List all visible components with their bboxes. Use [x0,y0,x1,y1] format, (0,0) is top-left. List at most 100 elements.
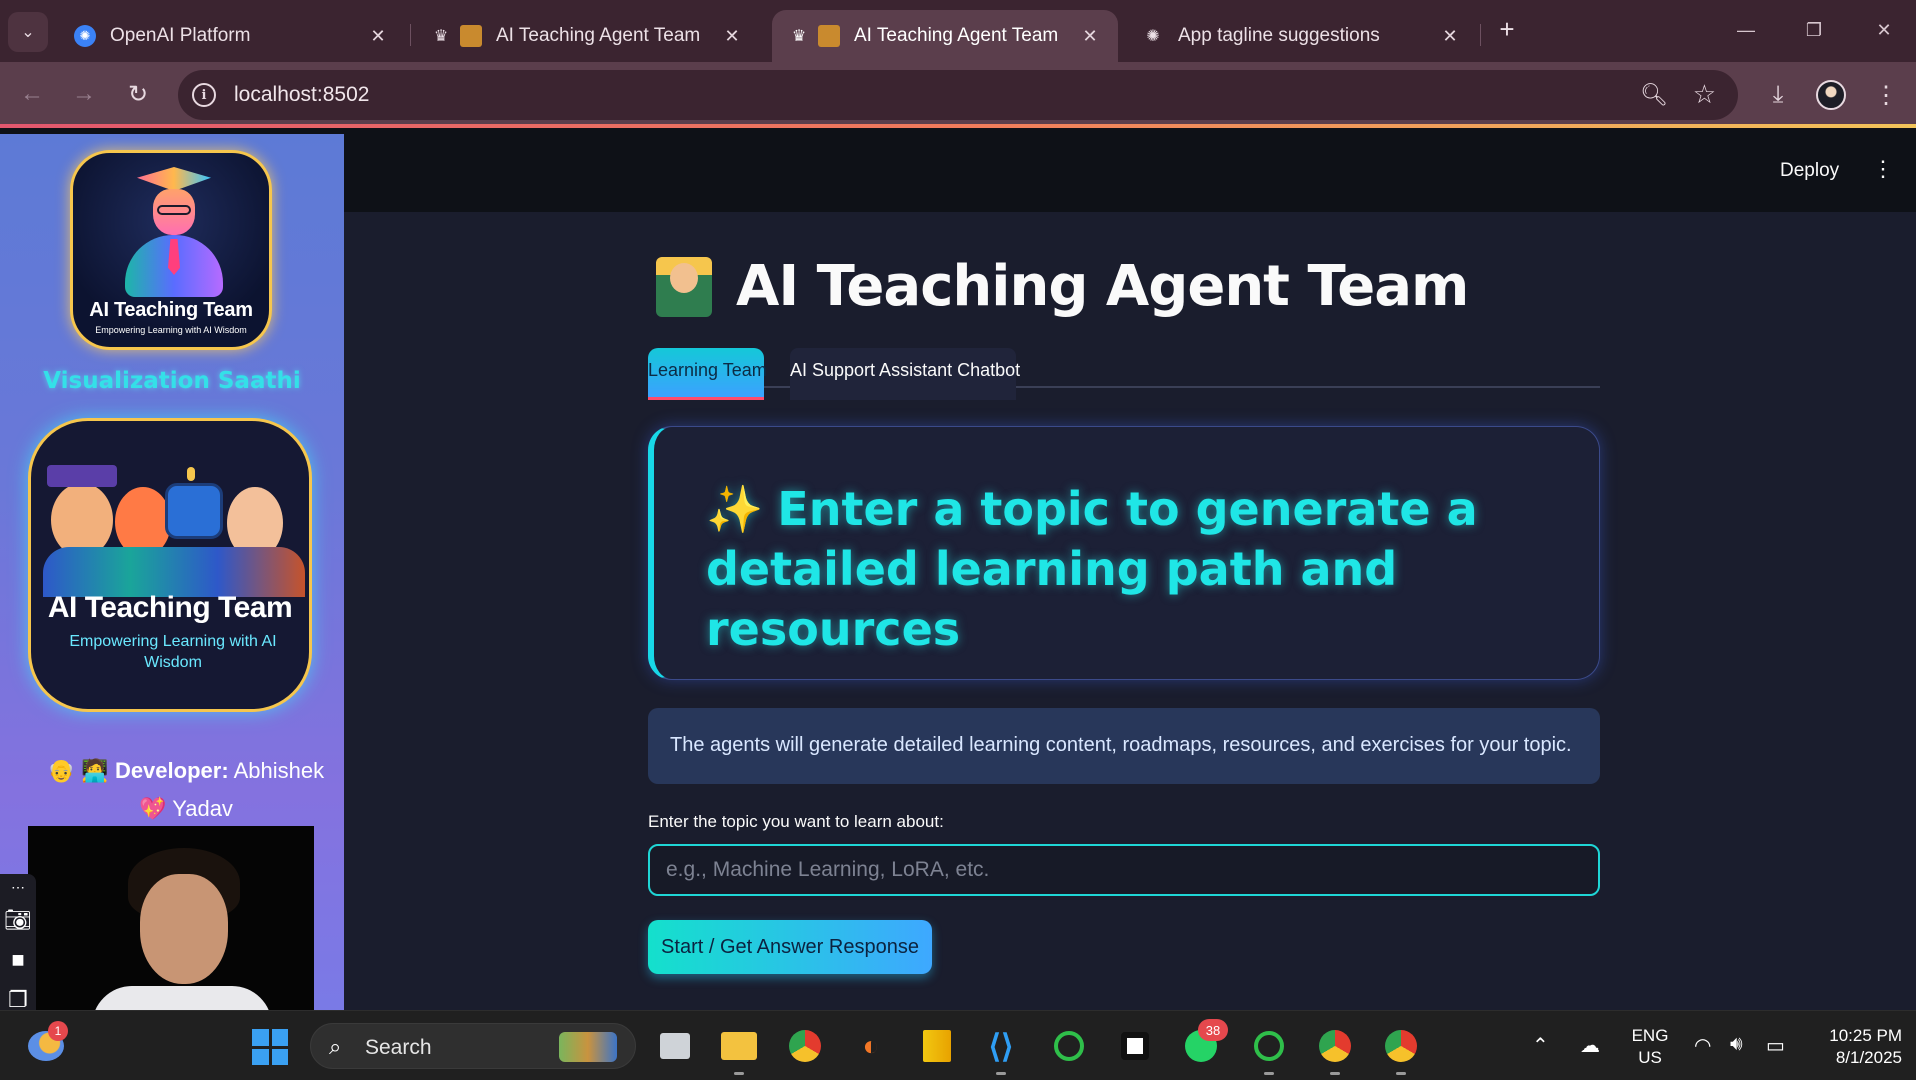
team-card-title: AI Teaching Team [47,591,293,624]
crown-icon: ♛ [433,28,449,45]
chrome-profile-icon-2[interactable] [1380,1025,1422,1075]
jupyter-icon[interactable]: ◐ [850,1025,892,1067]
tab-bar: Learning Team AI Support Assistant Chatb… [648,348,1600,400]
search-icon: ⌕ [329,1034,342,1059]
url-text[interactable]: localhost:8502 [234,83,369,107]
windows-icon[interactable]: ❐ [0,980,36,1010]
browser-tab-openai[interactable]: ✺ OpenAI Platform ✕ [58,10,406,62]
back-button[interactable]: ← [14,76,50,112]
chrome-icon[interactable] [784,1025,826,1067]
developer-photo [28,826,314,1010]
search-highlight-image [559,1032,617,1062]
chrome-profile-icon[interactable] [1314,1025,1356,1075]
graduation-cap-icon [47,465,117,487]
topic-label: Enter the topic you want to learn about: [648,812,944,831]
tab-title: AI Teaching Agent Team [854,25,1059,46]
professor-character [51,483,113,557]
onedrive-icon[interactable]: ☁ [1580,1033,1600,1058]
chevron-up-icon[interactable]: ⌃ [1532,1033,1549,1058]
tab-title: AI Teaching Agent Team [496,25,701,46]
topic-input[interactable] [648,844,1600,896]
zoom-icon[interactable]: 🔍︎ [1640,82,1668,108]
deploy-button[interactable]: Deploy [1780,160,1839,182]
browser-menu-icon[interactable]: ⋮ [1868,77,1904,113]
clock-time: 10:25 PM [1829,1026,1902,1045]
openai-favicon-icon: ✺ [74,25,96,47]
windows-taskbar: 1 ⌕ Search ◐ ⟨⟩ 38 ⌃ ☁ ENG US ◠ 🔊︎ ▭ 10:… [0,1010,1916,1080]
camera-icon[interactable]: 📷︎ [0,900,36,940]
info-alert: The agents will generate detailed learni… [648,708,1600,784]
characters-bodies [43,547,305,597]
loading-app-icon-2[interactable] [1248,1025,1290,1075]
logo-title: AI Teaching Team [89,299,253,321]
taskbar-search[interactable]: ⌕ Search [310,1023,636,1069]
logo-glasses [157,205,191,215]
new-tab-button[interactable]: + [1492,14,1522,44]
more-icon[interactable]: ⋯ [0,874,36,900]
clock-date: 8/1/2025 [1835,1048,1902,1067]
language-indicator[interactable]: ENG US [1628,1025,1672,1069]
teacher-emoji-icon [656,256,712,317]
vscode-icon[interactable]: ⟨⟩ [980,1025,1022,1075]
file-explorer-icon[interactable] [718,1025,760,1075]
sparkles-icon: ✨ [706,482,764,536]
profile-avatar[interactable] [1816,80,1846,110]
tab-support-chatbot[interactable]: AI Support Assistant Chatbot [790,348,1020,400]
taskbar-search-label: Search [365,1036,432,1059]
close-icon[interactable]: ✕ [366,24,390,48]
sidebar: AI Teaching Team Empowering Learning wit… [0,134,344,1010]
tab-title: OpenAI Platform [110,25,251,46]
person-emoji-icon: 👴 🧑‍💻 [47,758,109,783]
bookmark-star-icon[interactable]: ☆ [1693,79,1716,110]
page-title: AI Teaching Agent Team [656,254,1469,319]
volume-icon[interactable]: 🔊︎ [1730,1033,1743,1056]
system-clock[interactable]: 10:25 PM 8/1/2025 [1806,1025,1902,1069]
forward-button[interactable]: → [66,76,102,112]
browser-tab-teaching-1[interactable]: ♛ AI Teaching Agent Team ✕ [414,10,760,62]
team-card-subtitle: Empowering Learning with AI Wisdom [69,633,277,671]
logo-subtitle: Empowering Learning with AI Wisdom [95,325,247,335]
close-icon[interactable]: ✕ [720,24,744,48]
tab-learning-team[interactable]: Learning Team [648,348,767,400]
browser-tab-teaching-2-active[interactable]: ♛ AI Teaching Agent Team ✕ [772,10,1118,62]
address-bar[interactable]: i localhost:8502 🔍︎ ☆ [178,70,1738,120]
browser-tab-strip: ⌄ ✺ OpenAI Platform ✕ ♛ AI Teaching Agen… [0,0,1916,62]
robot-icon [165,483,223,539]
battery-icon[interactable]: ▭ [1766,1033,1785,1058]
reload-button[interactable]: ↻ [120,76,156,112]
minimize-button[interactable]: — [1726,12,1766,48]
power-bi-icon[interactable] [916,1025,958,1067]
download-icon[interactable]: ⤓ [1760,77,1796,113]
teacher-favicon-icon [818,25,840,47]
site-info-icon[interactable]: i [192,83,216,107]
crown-icon: ♛ [791,28,807,45]
start-button-windows-icon[interactable] [252,1029,288,1065]
hero-banner: ✨ Enter a topic to generate a detailed le… [648,426,1600,680]
restore-button[interactable]: ❐ [1794,12,1834,48]
main-content: Deploy ⋮ AI Teaching Agent Team Learning… [344,134,1916,1010]
task-view-icon[interactable] [654,1025,696,1067]
browser-tab-tagline[interactable]: ✺ App tagline suggestions ✕ [1126,10,1478,62]
kebab-menu-icon[interactable]: ⋮ [1872,156,1894,182]
tab-separator [410,24,411,46]
terminal-app-icon[interactable] [1114,1025,1156,1067]
close-icon[interactable]: ✕ [1078,24,1102,48]
developer-label: Developer: [114,758,229,783]
close-window-button[interactable]: ✕ [1864,12,1904,48]
loading-app-icon[interactable] [1048,1025,1090,1067]
tab-search-button[interactable]: ⌄ [8,12,48,52]
start-button[interactable]: Start / Get Answer Response [648,920,932,974]
info-text: The agents will generate detailed learni… [670,734,1572,756]
graduation-cap-icon [137,167,211,191]
video-icon[interactable]: ■ [0,940,36,980]
whatsapp-badge: 38 [1198,1019,1228,1041]
close-icon[interactable]: ✕ [1438,24,1462,48]
robot-antenna [187,467,195,481]
wifi-icon[interactable]: ◠ [1694,1033,1711,1058]
floating-capture-toolbar: ⋯ 📷︎ ■ ❐ ⚙ [0,874,36,1010]
teacher-favicon-icon [460,25,482,47]
language-code: ENG [1631,1026,1669,1045]
hero-content: ✨ Enter a topic to generate a detailed le… [706,479,1566,659]
team-illustration: AI Teaching Team Empowering Learning wit… [28,418,312,712]
region-code: US [1638,1048,1662,1067]
